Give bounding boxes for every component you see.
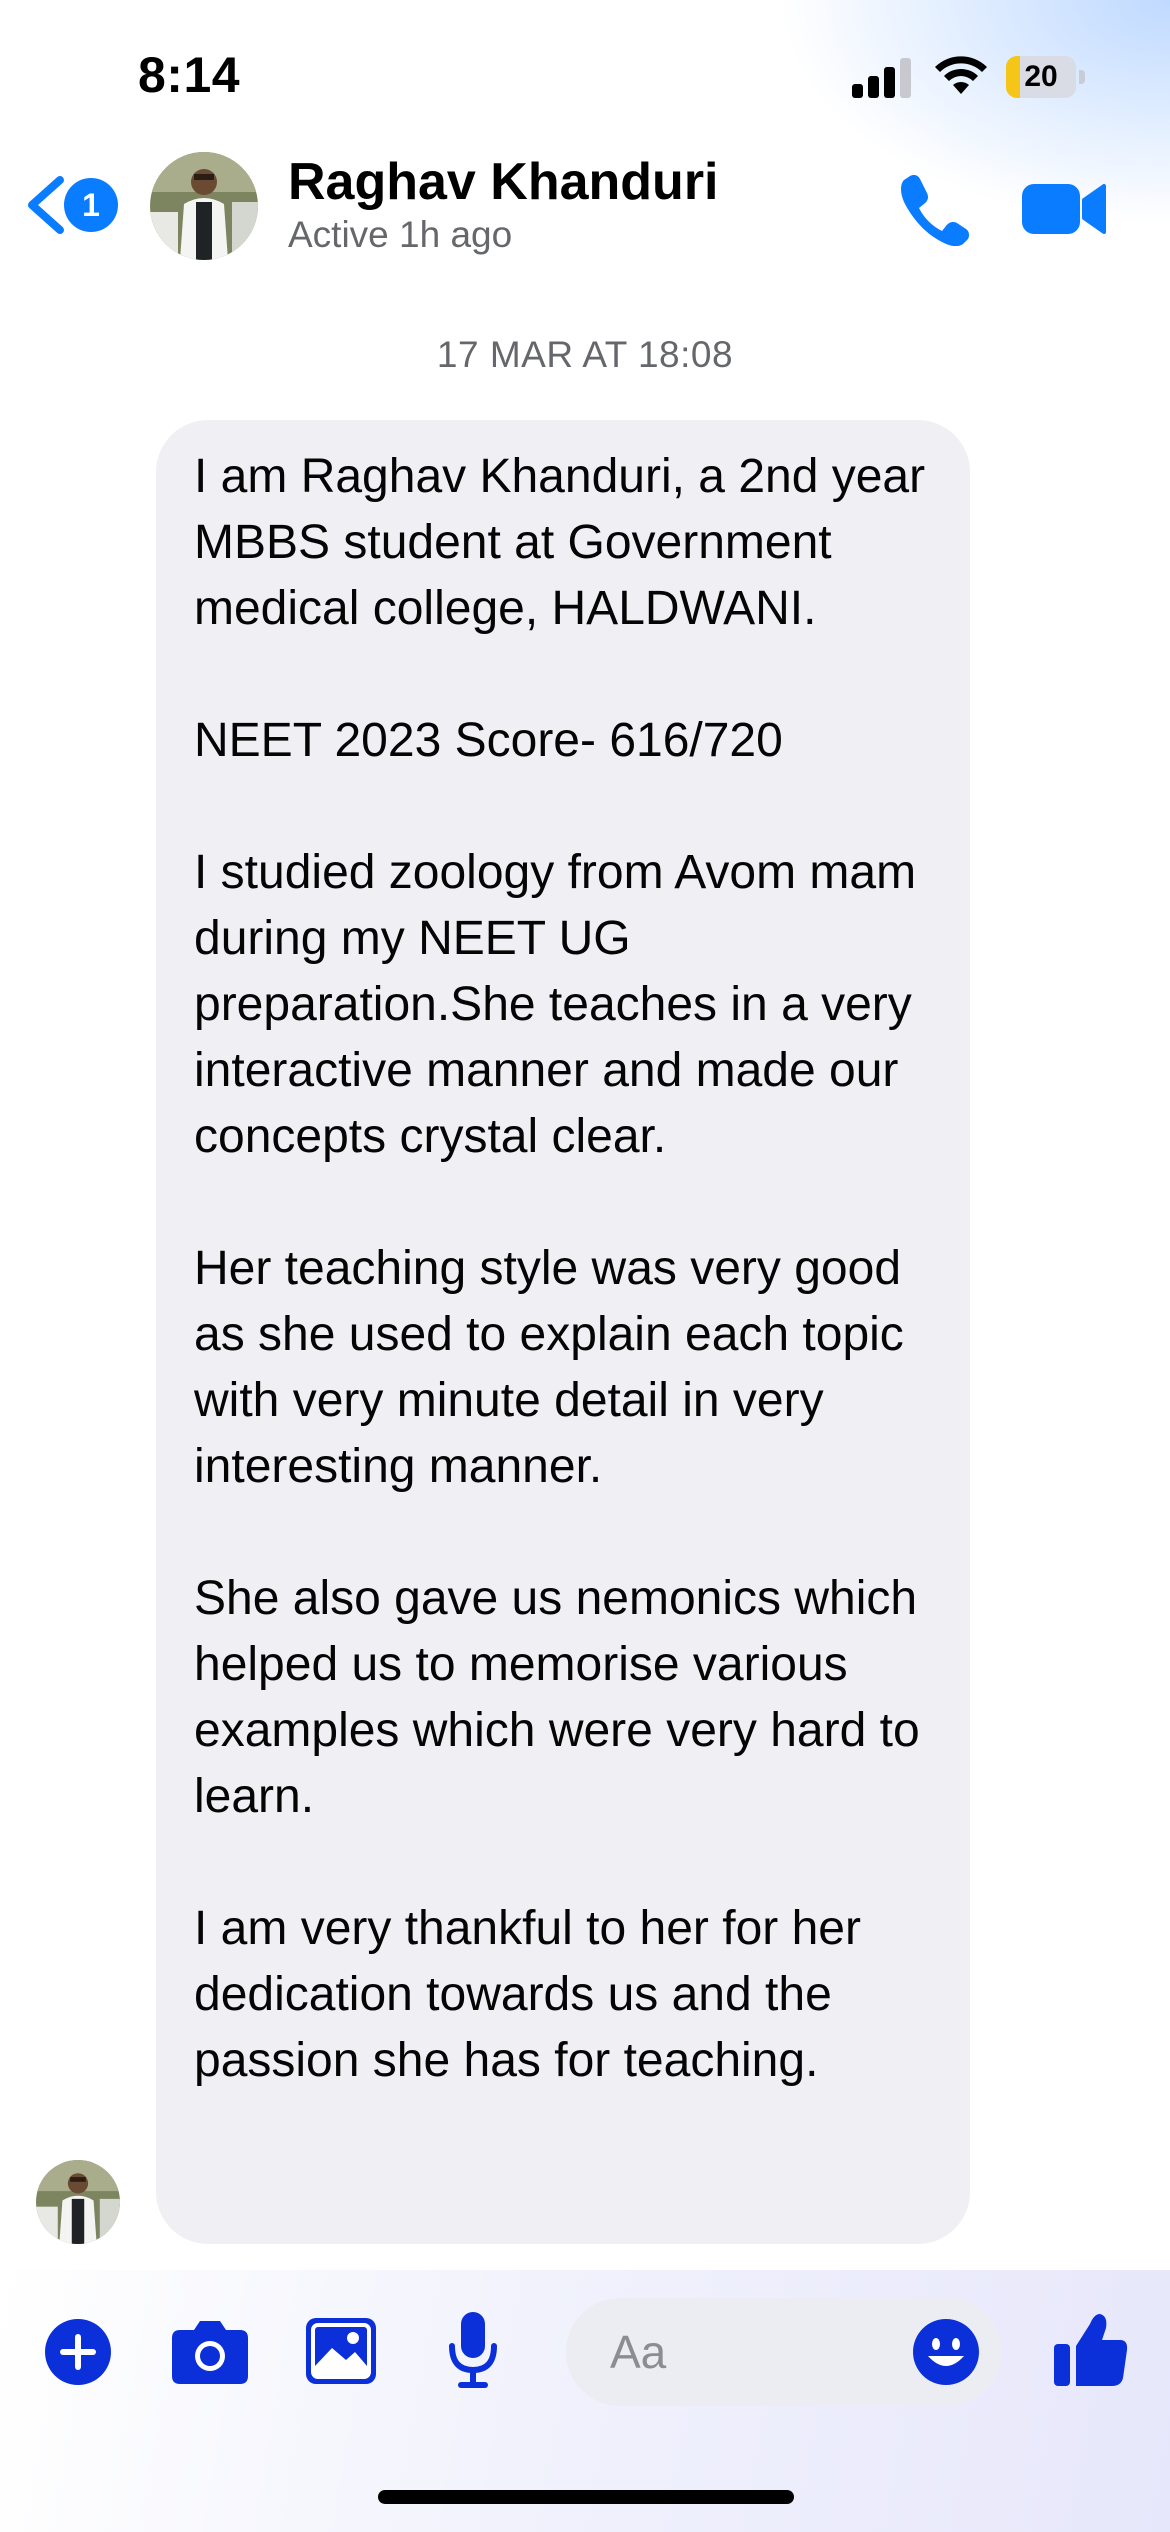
battery-indicator: 20 xyxy=(1006,56,1086,98)
message-text: I am Raghav Khanduri, a 2nd year MBBS st… xyxy=(194,444,954,2094)
message-paragraph: I am very thankful to her for her dedica… xyxy=(194,1902,861,2087)
status-time: 8:14 xyxy=(138,47,241,103)
avatar-photo xyxy=(150,152,258,260)
message-paragraph: She also gave us nemonics which helped u… xyxy=(194,1572,920,1823)
message-input-placeholder: Aa xyxy=(610,2326,667,2378)
avatar-photo xyxy=(36,2160,120,2244)
message-paragraph: I am Raghav Khanduri, a 2nd year MBBS st… xyxy=(194,450,926,635)
contact-avatar[interactable] xyxy=(150,152,258,260)
message-paragraph: I studied zoology from Avom mam during m… xyxy=(194,846,917,1163)
sender-avatar[interactable] xyxy=(36,2160,120,2244)
contact-name[interactable]: Raghav Khanduri xyxy=(288,152,719,212)
message-paragraph: Her teaching style was very good as she … xyxy=(194,1242,904,1493)
phone-icon[interactable] xyxy=(896,172,970,246)
battery-level: 20 xyxy=(1024,60,1058,93)
message-input[interactable]: Aa xyxy=(566,2298,1002,2406)
microphone-icon[interactable] xyxy=(448,2312,498,2390)
message-bubble[interactable]: I am Raghav Khanduri, a 2nd year MBBS st… xyxy=(156,420,970,2244)
camera-icon[interactable] xyxy=(172,2318,248,2384)
message-timestamp: 17 MAR AT 18:08 xyxy=(436,334,734,375)
back-chevron-icon xyxy=(28,176,64,234)
message-paragraph: NEET 2023 Score- 616/720 xyxy=(194,714,783,767)
plus-icon[interactable] xyxy=(44,2318,112,2386)
video-camera-icon[interactable] xyxy=(1022,176,1106,242)
cellular-signal-icon xyxy=(852,58,911,98)
wifi-icon xyxy=(935,56,987,94)
thumbs-up-icon[interactable] xyxy=(1054,2310,1128,2388)
back-button[interactable]: 1 xyxy=(22,174,122,236)
unread-count-badge: 1 xyxy=(64,178,118,232)
home-indicator xyxy=(378,2490,794,2504)
emoji-icon[interactable] xyxy=(912,2318,980,2386)
contact-active-status: Active 1h ago xyxy=(288,214,513,255)
gallery-icon[interactable] xyxy=(306,2318,376,2384)
